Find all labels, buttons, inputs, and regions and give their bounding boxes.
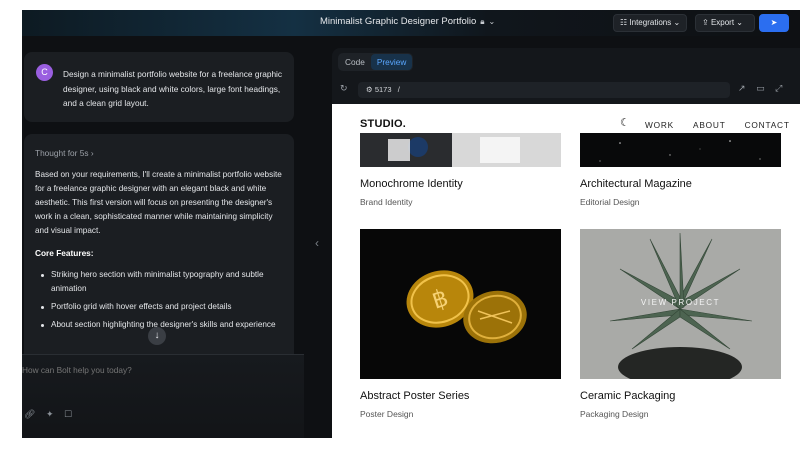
export-button[interactable]: ⇪ Export ⌄ xyxy=(695,14,755,32)
core-features-heading: Core Features: xyxy=(35,248,94,258)
port-number: 5173 xyxy=(374,85,392,94)
assistant-intro-text: Based on your requirements, I'll create … xyxy=(35,170,282,235)
tab-code[interactable]: Code xyxy=(339,54,371,70)
preview-panel: Code Preview ↻ ⚙ 5173 / ↗ ▭ ⤢ STUDIO. ☾ … xyxy=(332,48,800,438)
app-window: Minimalist Graphic Designer Portfolio 🔒︎ ⌄… xyxy=(22,10,800,438)
deploy-button[interactable]: ➤ xyxy=(759,14,789,32)
chat-input-box: 🔗︎ ✦ ☐ xyxy=(22,354,304,438)
device-icon[interactable]: ▭ xyxy=(756,83,765,93)
url-path: / xyxy=(397,85,400,94)
project-title: Monochrome Identity xyxy=(360,178,463,190)
lock-icon: 🔒︎ xyxy=(480,17,485,26)
preview-url-bar: ↻ ⚙ 5173 / ↗ ▭ ⤢ xyxy=(338,82,800,98)
list-item: Portfolio grid with hover effects and pr… xyxy=(35,300,287,314)
thought-label: Thought for 5s xyxy=(35,148,89,158)
url-field[interactable]: ⚙ 5173 / xyxy=(358,82,730,98)
project-category: Brand Identity xyxy=(360,197,413,207)
chevron-down-icon: ⌄ xyxy=(488,17,496,26)
top-bar: Minimalist Graphic Designer Portfolio 🔒︎ ⌄… xyxy=(22,10,800,36)
project-image: VIEW PROJECT xyxy=(580,229,781,379)
integrations-label: Integrations xyxy=(629,18,672,27)
reload-icon[interactable]: ↻ xyxy=(340,83,348,94)
avatar: C xyxy=(36,64,53,81)
site-nav: WORK ABOUT CONTACT xyxy=(645,120,800,130)
project-title-dropdown[interactable]: Minimalist Graphic Designer Portfolio 🔒︎ ⌄ xyxy=(320,16,495,27)
project-category: Packaging Design xyxy=(580,409,649,419)
integrations-button[interactable]: ☷ Integrations ⌄ xyxy=(613,14,687,32)
user-message-text: Design a minimalist portfolio website fo… xyxy=(63,69,283,108)
chevron-right-icon: › xyxy=(90,148,94,158)
moon-icon[interactable]: ☾ xyxy=(620,116,630,129)
nav-contact[interactable]: CONTACT xyxy=(745,120,790,130)
project-title: Architectural Magazine xyxy=(580,178,692,190)
integrations-icon: ☷ xyxy=(620,18,628,27)
chevron-down-icon: ⌄ xyxy=(736,18,743,27)
project-image xyxy=(580,133,781,167)
thought-toggle[interactable]: Thought for 5s › xyxy=(35,148,94,158)
chevron-left-icon[interactable]: ‹ xyxy=(315,236,319,250)
project-image xyxy=(360,133,561,167)
project-title: Minimalist Graphic Designer Portfolio xyxy=(320,16,477,27)
rocket-icon: ➤ xyxy=(770,18,778,27)
site-preview: STUDIO. ☾ WORK ABOUT CONTACT Monochrome … xyxy=(332,104,800,438)
arrow-down-icon: ↓ xyxy=(154,330,160,341)
view-tabs: Code Preview xyxy=(338,53,414,71)
project-category: Editorial Design xyxy=(580,197,640,207)
project-image: ฿ xyxy=(360,229,561,379)
tab-preview[interactable]: Preview xyxy=(370,54,413,70)
chat-input[interactable] xyxy=(22,365,262,375)
site-logo[interactable]: STUDIO. xyxy=(360,118,406,130)
project-category: Poster Design xyxy=(360,409,414,419)
open-external-icon[interactable]: ↗ xyxy=(738,83,746,93)
nav-work[interactable]: WORK xyxy=(645,120,674,130)
sparkle-icon[interactable]: ✦ xyxy=(46,409,54,419)
port-icon: ⚙ xyxy=(366,85,373,94)
export-label: Export xyxy=(710,18,735,27)
export-icon: ⇪ xyxy=(702,18,709,27)
feature-list: Striking hero section with minimalist ty… xyxy=(35,268,287,336)
list-item: Striking hero section with minimalist ty… xyxy=(35,268,287,296)
input-toolbar: 🔗︎ ✦ ☐ xyxy=(24,409,80,420)
fullscreen-icon[interactable]: ⤢ xyxy=(775,83,782,93)
nav-about[interactable]: ABOUT xyxy=(693,120,726,130)
project-title: Ceramic Packaging xyxy=(580,390,676,402)
view-project-overlay[interactable]: VIEW PROJECT xyxy=(580,298,781,307)
project-title: Abstract Poster Series xyxy=(360,390,470,402)
attach-icon[interactable]: 🔗︎ xyxy=(24,409,35,419)
preview-actions: ↗ ▭ ⤢ xyxy=(738,83,790,94)
user-message: C Design a minimalist portfolio website … xyxy=(24,52,294,122)
scroll-down-button[interactable]: ↓ xyxy=(148,327,166,345)
chevron-down-icon: ⌄ xyxy=(673,18,681,27)
chat-mode-icon[interactable]: ☐ xyxy=(64,409,72,419)
